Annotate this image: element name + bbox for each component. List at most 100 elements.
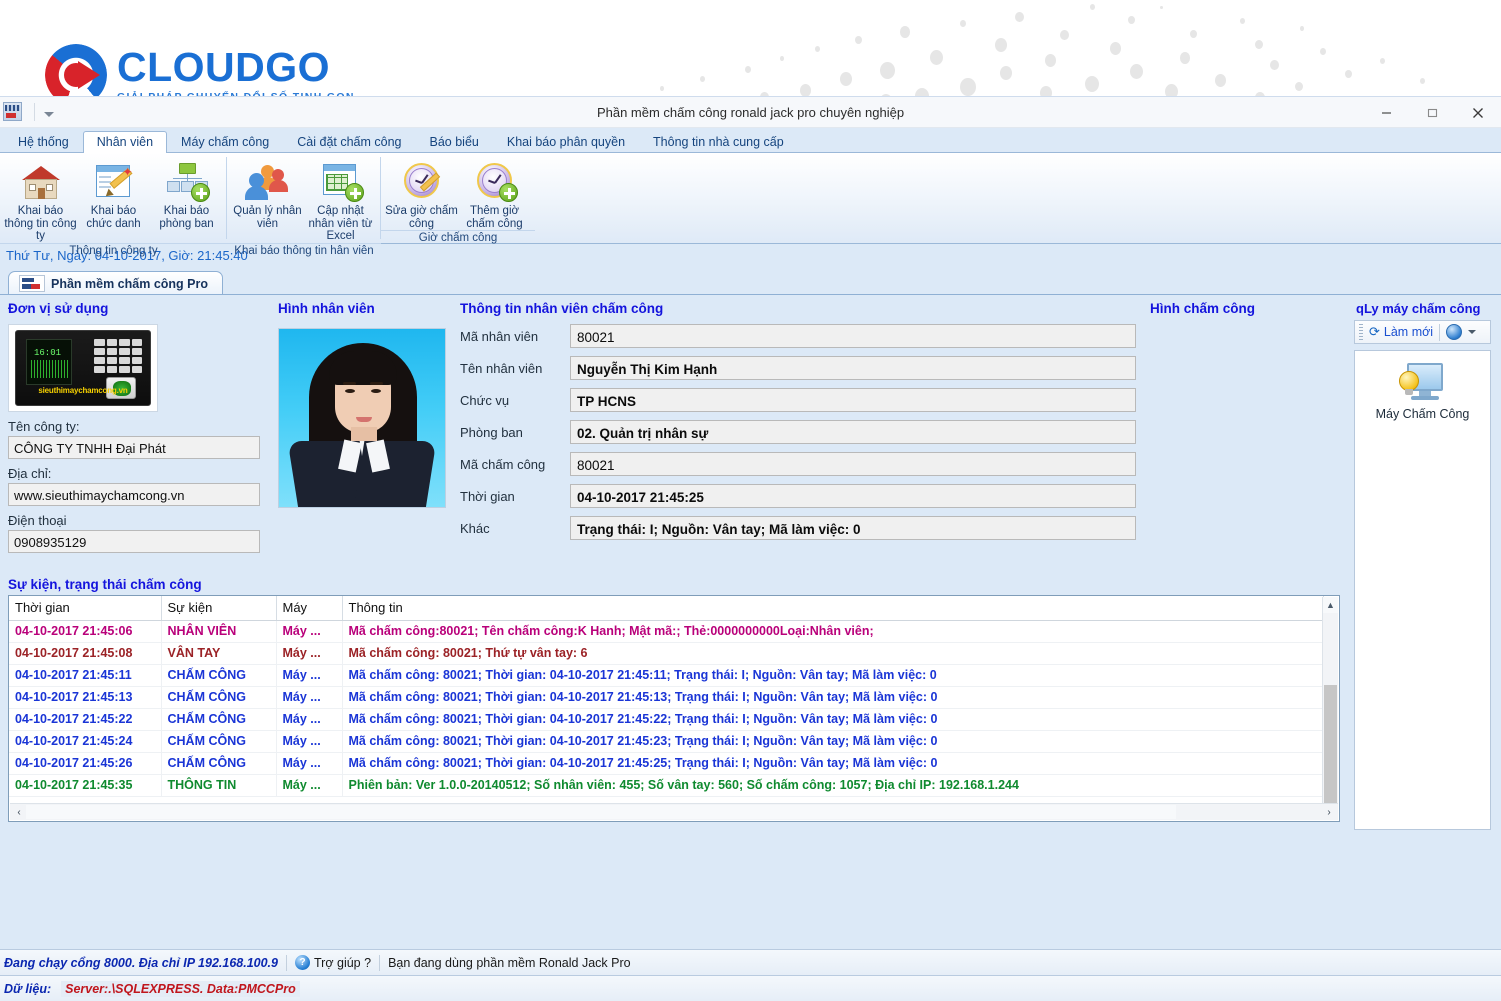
column-header-2[interactable]: Máy xyxy=(276,596,343,621)
cell-event: NHÂN VIÊN xyxy=(161,620,277,643)
excel-add-icon xyxy=(318,159,364,203)
table-row[interactable]: 04-10-2017 21:45:08 VÂN TAY Máy ... Mã chấm… xyxy=(9,642,1324,665)
ribbon-button-label: Thêm giờ chấm công xyxy=(466,205,523,230)
horizontal-scroll-thumb[interactable] xyxy=(26,805,1176,819)
refresh-button[interactable]: ⟳ Làm mới xyxy=(1369,324,1433,340)
employee-info-input-5[interactable]: 04-10-2017 21:45:25 xyxy=(570,484,1136,508)
cell-event: CHẤM CÔNG xyxy=(161,686,277,709)
document-tab-strip: Phần mềm chấm công Pro xyxy=(0,268,1501,296)
cell-time: 04-10-2017 21:45:06 xyxy=(9,620,162,643)
device-list-item[interactable]: Máy Chấm Công xyxy=(1355,361,1490,422)
event-log-grid[interactable]: Thời gian Sự kiện Máy Thông tin 04-10-2017 … xyxy=(8,595,1340,822)
cell-event: CHẤM CÔNG xyxy=(161,730,277,753)
close-button[interactable] xyxy=(1455,97,1501,128)
ribbon-button-label: Khai báo chức danh xyxy=(86,205,141,230)
ribbon-button-0-1[interactable]: ✦ Khai báo chức danh xyxy=(77,156,150,243)
employee-info-input-3[interactable]: 02. Quản trị nhân sự xyxy=(570,420,1136,444)
ribbon-tab-1[interactable]: Nhân viên xyxy=(82,130,168,153)
table-row[interactable]: 04-10-2017 21:45:11 CHẤM CÔNG Máy ... Mã ch… xyxy=(9,664,1324,687)
table-row[interactable]: 04-10-2017 21:45:22 CHẤM CÔNG Máy ... Mã ch… xyxy=(9,708,1324,731)
cloudgo-banner: CLOUDGO GIẢI PHÁP CHUYỂN ĐỔI SỐ TINH GỌN xyxy=(0,0,1501,98)
employee-info-label-2: Chức vụ xyxy=(460,392,510,408)
ribbon-group-label-0: Thông tin công ty xyxy=(0,242,227,258)
refresh-icon: ⟳ xyxy=(1369,324,1380,339)
table-row[interactable]: 04-10-2017 21:45:06 NHÂN VIÊN Máy ... Mã ch… xyxy=(9,620,1324,643)
event-log-panel: Sự kiện, trạng thái chấm công Thời gian S… xyxy=(8,577,1340,822)
cell-event: CHẤM CÔNG xyxy=(161,664,277,687)
ribbon-tab-5[interactable]: Khai báo phân quyền xyxy=(493,131,639,154)
cell-time: 04-10-2017 21:45:08 xyxy=(9,642,162,665)
ribbon-tab-3[interactable]: Cài đặt chấm công xyxy=(283,131,415,154)
company-field-input-0[interactable]: CÔNG TY TNHH Đại Phát xyxy=(8,436,260,459)
vertical-scrollbar[interactable]: ▲ xyxy=(1322,597,1338,819)
column-header-0[interactable]: Thời gian xyxy=(9,596,162,621)
cloudgo-logo: CLOUDGO GIẢI PHÁP CHUYỂN ĐỔI SỐ TINH GỌN xyxy=(45,44,355,98)
table-row[interactable]: 04-10-2017 21:45:13 CHẤM CÔNG Máy ... Mã ch… xyxy=(9,686,1324,709)
company-field-input-1[interactable]: www.sieuthimaychamcong.vn xyxy=(8,483,260,506)
ribbon-button-label: Khai báo thông tin công ty xyxy=(4,205,77,242)
vertical-scroll-thumb[interactable] xyxy=(1324,685,1337,819)
device-list[interactable]: Máy Chấm Công xyxy=(1354,350,1491,830)
ribbon-tab-4[interactable]: Báo biểu xyxy=(416,131,493,154)
help-icon: ? xyxy=(295,955,310,970)
employee-info-label-1: Tên nhân viên xyxy=(460,360,543,376)
ribbon-tab-2[interactable]: Máy chấm công xyxy=(167,131,283,154)
device-manager-title: qLy máy chấm công xyxy=(1356,301,1481,316)
employee-photo-panel: Hình nhân viên xyxy=(278,301,450,508)
ribbon-button-2-0[interactable]: Sửa giờ chấm công xyxy=(385,156,458,230)
scroll-up-icon[interactable]: ▲ xyxy=(1323,597,1338,613)
ribbon-button-label: Sửa giờ chấm công xyxy=(385,205,458,230)
table-row[interactable]: 04-10-2017 21:45:24 CHẤM CÔNG Máy ... Mã ch… xyxy=(9,730,1324,753)
employee-info-panel: Thông tin nhân viên chấm công Mã nhân vi… xyxy=(460,301,1136,540)
ribbon-group-label-2: Giờ chấm công xyxy=(381,230,535,245)
cell-info: Mã chấm công: 80021; Thời gian: 04-10-20… xyxy=(342,708,1324,731)
ribbon-button-1-0[interactable]: Quản lý nhân viên xyxy=(231,156,304,243)
company-panel: Đơn vị sử dụng 16:01 sieuthimaychamcong.… xyxy=(8,301,268,553)
ribbon-button-2-1[interactable]: Thêm giờ chấm công xyxy=(458,156,531,230)
column-header-3[interactable]: Thông tin xyxy=(342,596,1324,621)
cell-info: Mã chấm công: 80021; Thời gian: 04-10-20… xyxy=(342,730,1324,753)
ribbon-tab-6[interactable]: Thông tin nhà cung cấp xyxy=(639,131,798,154)
status-running-port: Đang chạy cổng 8000. Địa chỉ IP 192.168.… xyxy=(4,955,278,970)
minimize-button[interactable] xyxy=(1363,97,1409,128)
ribbon-button-1-1[interactable]: Cập nhật nhân viên từ Excel xyxy=(304,156,377,243)
status-bar-secondary: Dữ liệu: Server:.\SQLEXPRESS. Data:PMCCP… xyxy=(0,975,1501,1001)
employee-photo xyxy=(278,328,446,508)
employee-info-label-5: Thời gian xyxy=(460,488,515,504)
scroll-right-icon[interactable]: › xyxy=(1322,807,1336,818)
tab-phan-mem-cham-cong-pro[interactable]: Phần mềm chấm công Pro xyxy=(8,271,223,296)
scroll-left-icon[interactable]: ‹ xyxy=(12,807,26,818)
cell-time: 04-10-2017 21:45:13 xyxy=(9,686,162,709)
ribbon-tab-0[interactable]: Hệ thống xyxy=(4,131,83,154)
cell-info: Mã chấm công: 80021; Thứ tự vân tay: 6 xyxy=(342,642,1324,665)
globe-icon[interactable] xyxy=(1446,324,1463,340)
cloudgo-logo-mark-icon xyxy=(45,44,107,98)
ribbon-button-label: Cập nhật nhân viên từ Excel xyxy=(308,205,373,242)
employee-info-input-6[interactable]: Trạng thái: I; Nguồn: Vân tay; Mã làm vi… xyxy=(570,516,1136,540)
employee-info-label-4: Mã chấm công xyxy=(460,456,546,472)
table-row[interactable]: 04-10-2017 21:45:35 THÔNG TIN Máy ... Phiên… xyxy=(9,774,1324,797)
employee-info-input-2[interactable]: TP HCNS xyxy=(570,388,1136,412)
company-field-input-2[interactable]: 0908935129 xyxy=(8,530,260,553)
ribbon-group-0: Khai báo thông tin công ty ✦ Khai báo chức… xyxy=(0,153,227,257)
employee-info-input-0[interactable]: 80021 xyxy=(570,324,1136,348)
maximize-button[interactable] xyxy=(1409,97,1455,128)
employee-info-input-1[interactable]: Nguyễn Thị Kim Hạnh xyxy=(570,356,1136,380)
company-panel-title: Đơn vị sử dụng xyxy=(8,301,109,316)
cell-info: Mã chấm công: 80021; Thời gian: 04-10-20… xyxy=(342,752,1324,775)
cell-machine: Máy ... xyxy=(276,686,343,709)
ribbon-button-0-2[interactable]: Khai báo phòng ban xyxy=(150,156,223,243)
document-tab-label: Phần mềm chấm công Pro xyxy=(51,276,208,291)
help-button[interactable]: ? Trợ giúp ? xyxy=(295,955,371,970)
toolbar-grip[interactable] xyxy=(1359,324,1363,340)
people-icon xyxy=(244,159,291,203)
ribbon-button-0-0[interactable]: Khai báo thông tin công ty xyxy=(4,156,77,243)
table-row[interactable]: 04-10-2017 21:45:26 CHẤM CÔNG Máy ... Mã ch… xyxy=(9,752,1324,775)
horizontal-scrollbar[interactable]: ‹ › xyxy=(10,803,1338,820)
employee-info-input-4[interactable]: 80021 xyxy=(570,452,1136,476)
column-header-1[interactable]: Sự kiện xyxy=(161,596,277,621)
company-field-label-0: Tên công ty: xyxy=(8,419,80,434)
chevron-down-icon-2[interactable] xyxy=(1468,330,1477,334)
cell-machine: Máy ... xyxy=(276,708,343,731)
cell-machine: Máy ... xyxy=(276,752,343,775)
